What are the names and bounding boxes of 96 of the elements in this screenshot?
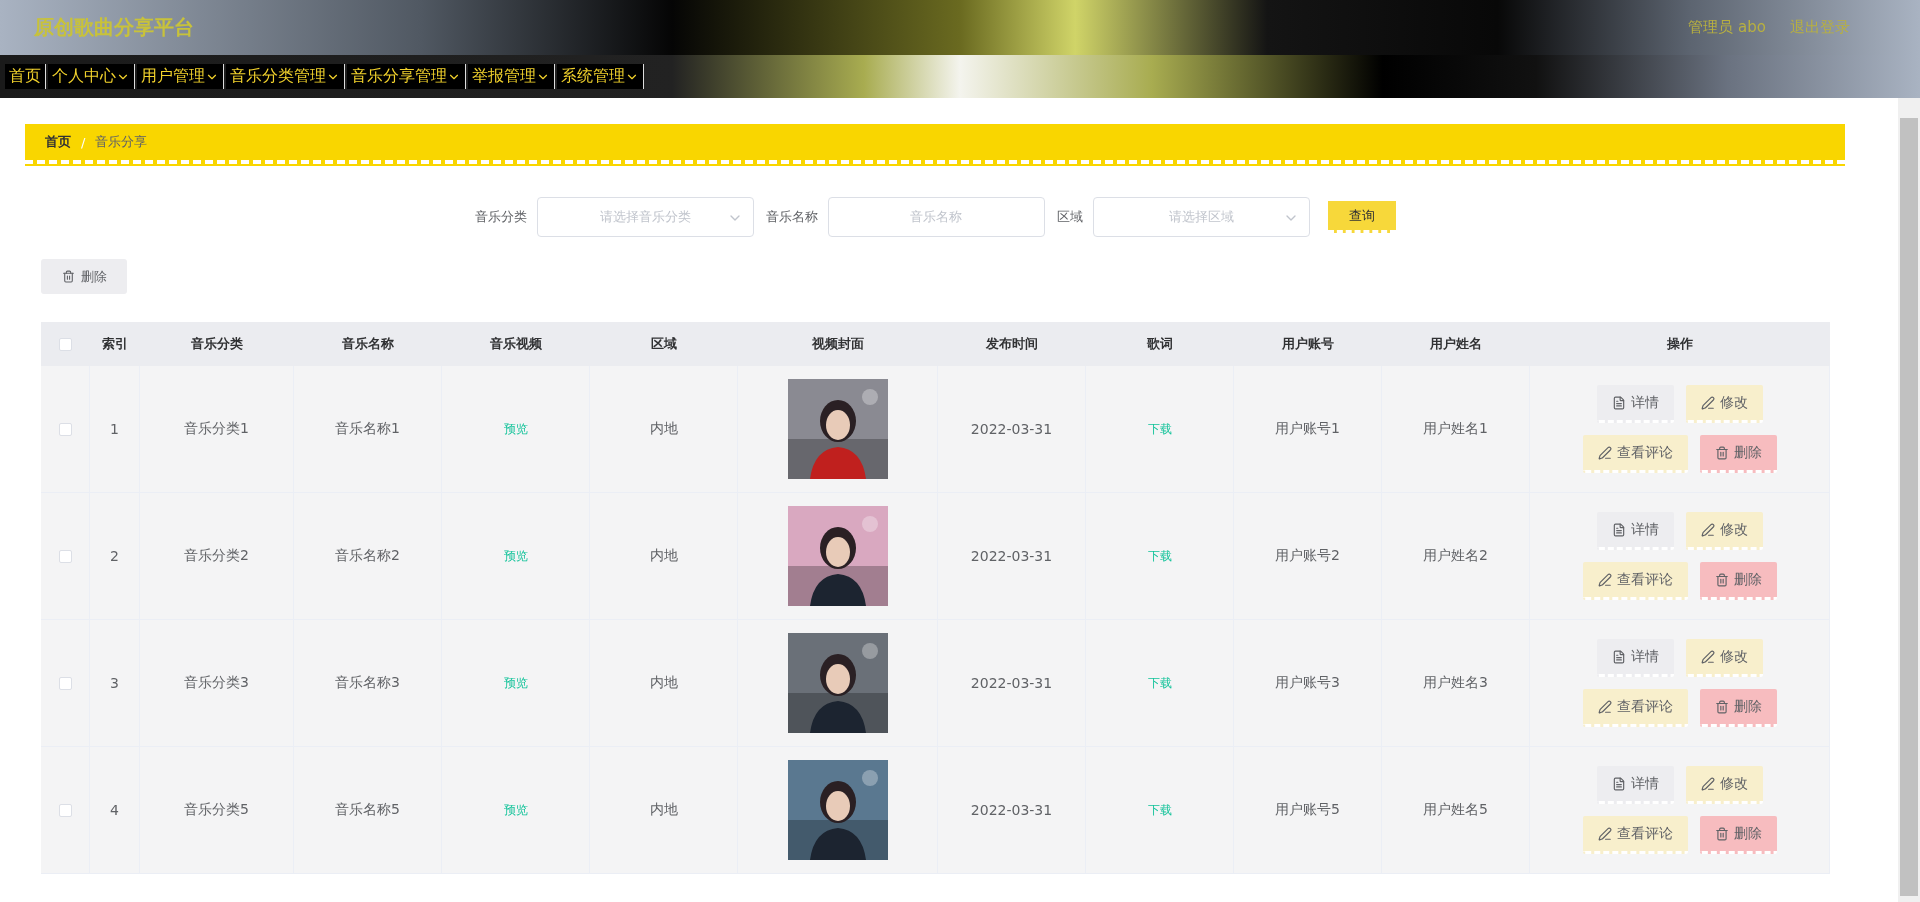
table-cell: 内地 bbox=[590, 747, 738, 874]
trash-icon bbox=[1714, 445, 1729, 460]
action-button[interactable]: 详情 bbox=[1596, 385, 1674, 423]
action-button[interactable]: 修改 bbox=[1685, 766, 1763, 804]
action-button[interactable]: 修改 bbox=[1685, 385, 1763, 423]
column-header: 区域 bbox=[590, 322, 738, 366]
table-cell: 音乐分类3 bbox=[140, 620, 294, 747]
breadcrumb-link[interactable]: 首页 bbox=[45, 133, 71, 151]
action-button[interactable]: 修改 bbox=[1685, 639, 1763, 677]
scrollbar-thumb[interactable] bbox=[1900, 118, 1918, 896]
table-cell: 2 bbox=[90, 493, 140, 620]
table-cell: 用户姓名2 bbox=[1382, 493, 1530, 620]
filter-label: 音乐分类 bbox=[474, 208, 527, 226]
table-cell: 用户账号1 bbox=[1234, 366, 1382, 493]
pen-icon bbox=[1597, 572, 1612, 587]
table-cell: 音乐名称5 bbox=[294, 747, 442, 874]
table-cell: 3 bbox=[90, 620, 140, 747]
action-button[interactable]: 删除 bbox=[1699, 562, 1777, 600]
table-cell: 2022-03-31 bbox=[938, 366, 1086, 493]
table-cell: 内地 bbox=[590, 620, 738, 747]
breadcrumb-current: 音乐分享 bbox=[95, 133, 148, 151]
action-button[interactable]: 详情 bbox=[1596, 639, 1674, 677]
table-cell: 内地 bbox=[590, 493, 738, 620]
column-header: 用户姓名 bbox=[1382, 322, 1530, 366]
nav-item[interactable]: 音乐分享管理 bbox=[347, 64, 466, 89]
document-icon bbox=[1611, 522, 1626, 537]
pen-icon bbox=[1597, 699, 1612, 714]
table-cell: 音乐分类5 bbox=[140, 747, 294, 874]
nav-item[interactable]: 举报管理 bbox=[468, 64, 555, 89]
table-cell: 音乐名称2 bbox=[294, 493, 442, 620]
column-header: 音乐视频 bbox=[442, 322, 590, 366]
action-button[interactable]: 修改 bbox=[1685, 512, 1763, 550]
nav-item[interactable]: 个人中心 bbox=[48, 64, 135, 89]
document-icon bbox=[1611, 395, 1626, 410]
table-cell: 1 bbox=[90, 366, 140, 493]
action-button[interactable]: 删除 bbox=[1699, 816, 1777, 854]
nav-item[interactable]: 音乐分类管理 bbox=[226, 64, 345, 89]
nav-item[interactable]: 用户管理 bbox=[137, 64, 224, 89]
action-button[interactable]: 删除 bbox=[1699, 435, 1777, 473]
checkbox[interactable] bbox=[59, 337, 72, 351]
pen-icon bbox=[1597, 826, 1612, 841]
document-icon bbox=[1611, 649, 1626, 664]
document-icon bbox=[1611, 776, 1626, 791]
action-button[interactable]: 删除 bbox=[1699, 689, 1777, 727]
column-header: 用户账号 bbox=[1234, 322, 1382, 366]
nav-item[interactable]: 首页 bbox=[5, 64, 46, 89]
column-header: 视频封面 bbox=[738, 322, 938, 366]
checkbox[interactable] bbox=[58, 422, 72, 436]
checkbox[interactable] bbox=[58, 676, 72, 690]
table-cell: 4 bbox=[90, 747, 140, 874]
table-cell: 音乐名称3 bbox=[294, 620, 442, 747]
action-button[interactable]: 查看评论 bbox=[1582, 435, 1688, 473]
breadcrumb-separator: / bbox=[81, 134, 86, 150]
table-cell: 用户姓名1 bbox=[1382, 366, 1530, 493]
nav-item[interactable]: 系统管理 bbox=[557, 64, 644, 89]
table-cell: 音乐分类2 bbox=[140, 493, 294, 620]
pen-icon bbox=[1700, 395, 1715, 410]
checkbox[interactable] bbox=[58, 803, 72, 817]
table-cell: 音乐分类1 bbox=[140, 366, 294, 493]
trash-icon bbox=[1714, 826, 1729, 841]
pen-icon bbox=[1597, 445, 1612, 460]
table-cell: 用户账号5 bbox=[1234, 747, 1382, 874]
table-cell: 用户姓名5 bbox=[1382, 747, 1530, 874]
pen-icon bbox=[1700, 649, 1715, 664]
table-cell: 2022-03-31 bbox=[938, 493, 1086, 620]
scrollbar[interactable] bbox=[1898, 98, 1920, 902]
trash-icon bbox=[1714, 699, 1729, 714]
table-cell: 2022-03-31 bbox=[938, 620, 1086, 747]
action-button[interactable]: 查看评论 bbox=[1582, 562, 1688, 600]
site-title: 原创歌曲分享平台 bbox=[34, 14, 194, 41]
table-cell: 内地 bbox=[590, 366, 738, 493]
delete-button[interactable]: 删除 bbox=[41, 259, 127, 294]
filter-label: 区域 bbox=[1056, 208, 1083, 226]
table-cell: 用户账号2 bbox=[1234, 493, 1382, 620]
trash-icon bbox=[1714, 572, 1729, 587]
column-header: 索引 bbox=[90, 322, 140, 366]
pen-icon bbox=[1700, 776, 1715, 791]
checkbox[interactable] bbox=[58, 549, 72, 563]
column-header: 操作 bbox=[1530, 322, 1830, 366]
column-header: 歌词 bbox=[1086, 322, 1234, 366]
column-header: 发布时间 bbox=[938, 322, 1086, 366]
filter-label: 音乐名称 bbox=[765, 208, 818, 226]
table-cell: 用户姓名3 bbox=[1382, 620, 1530, 747]
action-button[interactable]: 详情 bbox=[1596, 766, 1674, 804]
action-button[interactable]: 详情 bbox=[1596, 512, 1674, 550]
table-cell: 音乐名称1 bbox=[294, 366, 442, 493]
column-header: 音乐分类 bbox=[140, 322, 294, 366]
action-button[interactable]: 查看评论 bbox=[1582, 816, 1688, 854]
table-cell: 用户账号3 bbox=[1234, 620, 1382, 747]
column-header: 音乐名称 bbox=[294, 322, 442, 366]
search-button[interactable]: 查询 bbox=[1327, 201, 1396, 233]
table-cell: 2022-03-31 bbox=[938, 747, 1086, 874]
admin-user: 管理员 abo bbox=[1688, 18, 1766, 37]
pen-icon bbox=[1700, 522, 1715, 537]
action-button[interactable]: 查看评论 bbox=[1582, 689, 1688, 727]
trash-icon bbox=[61, 270, 75, 283]
